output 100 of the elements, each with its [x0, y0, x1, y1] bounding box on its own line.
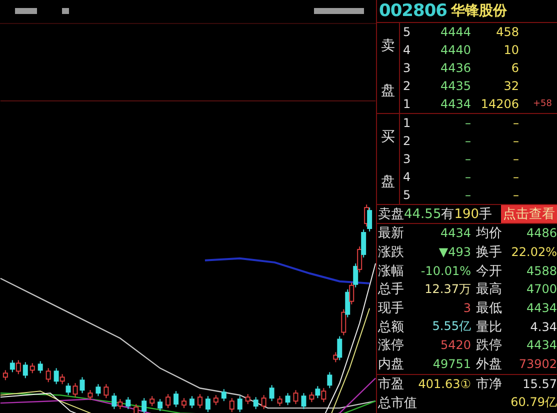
order-price: – — [464, 170, 471, 184]
stat-label: 最高 — [475, 281, 503, 298]
order-notice: 卖盘44.55有190手 — [377, 206, 492, 223]
stat-value: 5.55亿 — [431, 318, 471, 336]
candlestick — [104, 384, 109, 399]
candlestick — [261, 394, 266, 410]
order-price: – — [464, 116, 471, 130]
stat-value: 12.37万 — [424, 280, 471, 298]
stat-value: 4588 — [525, 264, 557, 278]
stat-value: 22.02% — [510, 245, 557, 260]
order-rank: 1 — [402, 116, 412, 130]
order-rank: 5 — [402, 25, 412, 39]
legend-mark-icon — [15, 8, 37, 14]
candlestick — [166, 394, 171, 408]
order-volume: 14206 — [480, 97, 519, 111]
order-rank: 4 — [402, 170, 412, 184]
candlestick — [46, 368, 51, 383]
order-rank: 2 — [402, 79, 412, 93]
order-change: +58 — [533, 99, 552, 109]
order-volume: 458 — [495, 25, 519, 39]
stat-value: 49751 — [432, 357, 471, 372]
order-price: – — [464, 152, 471, 166]
stat-value: 73902 — [518, 357, 557, 372]
order-rank: 5 — [402, 188, 412, 202]
stat-label: 总市值 — [377, 394, 418, 412]
stat-value: 4434 — [525, 301, 557, 316]
legend-mark-icon — [62, 8, 69, 14]
stat-label: 最新 — [377, 225, 405, 242]
candlestick — [197, 394, 202, 408]
stat-label: 涨幅 — [377, 262, 405, 280]
candlestick — [72, 382, 78, 398]
legend-mark-icon — [314, 8, 364, 14]
order-volume: 6 — [510, 61, 519, 75]
order-price: 4436 — [439, 61, 471, 75]
candlestick — [22, 362, 28, 379]
stat-value: 4434 — [525, 338, 557, 352]
view-button[interactable]: 点击查看 — [501, 205, 557, 223]
order-volume: 32 — [502, 79, 519, 93]
candlestick — [88, 390, 93, 401]
order-price: 4444 — [439, 25, 471, 39]
candlestick — [142, 398, 147, 413]
order-volume: – — [512, 152, 519, 166]
candlestick — [190, 396, 194, 408]
candlestick — [269, 384, 274, 402]
stat-label: 最低 — [475, 300, 503, 318]
candlestick — [2, 370, 8, 381]
stat-value: 401.63① — [417, 376, 471, 391]
order-rank: 2 — [402, 134, 412, 148]
candlestick — [30, 362, 35, 374]
order-volume: – — [512, 170, 519, 184]
stat-label: 换手 — [475, 244, 503, 262]
stat-value: 4486 — [525, 226, 557, 240]
stat-label: 现手 — [377, 300, 405, 318]
stat-value: -10.01% — [420, 264, 471, 278]
stat-value: 60.79亿 — [510, 394, 557, 412]
candlestick — [237, 396, 242, 412]
candlestick — [213, 394, 218, 406]
candlestick — [158, 398, 163, 412]
candlestick — [245, 394, 250, 405]
order-rank: 1 — [402, 97, 412, 111]
stat-value: 4700 — [525, 282, 557, 296]
stat-label: 市净 — [475, 376, 503, 393]
candlestick — [182, 398, 186, 408]
order-volume: – — [512, 188, 519, 202]
candlestick — [126, 396, 131, 410]
book-label: 盘 — [381, 82, 395, 100]
order-rank: 3 — [402, 61, 412, 75]
order-price: 4440 — [439, 43, 471, 57]
order-volume: – — [512, 134, 519, 148]
stat-label: 今开 — [475, 262, 503, 280]
stat-label: 涨停 — [377, 337, 405, 354]
candlestick — [80, 376, 85, 394]
book-label: 买 — [381, 128, 395, 146]
stat-value: 4.34 — [529, 320, 557, 334]
stat-value: 3 — [462, 301, 471, 316]
order-rank: 4 — [402, 43, 412, 57]
candlestick — [205, 396, 210, 412]
stat-label: 总额 — [377, 318, 405, 336]
stat-label: 涨跌 — [377, 244, 405, 262]
stock-name: 华锋股份 — [450, 2, 507, 20]
candlestick — [174, 390, 179, 408]
order-price: – — [464, 188, 471, 202]
stat-value: 15.57 — [522, 376, 557, 391]
stat-value: 5420 — [439, 338, 471, 352]
book-label: 卖 — [381, 36, 395, 54]
candlestick — [253, 396, 258, 410]
order-volume: – — [512, 116, 519, 130]
candlestick — [285, 392, 290, 406]
stock-code: 002806 — [379, 1, 447, 21]
stat-value: ▼493 — [438, 245, 471, 260]
order-volume: 10 — [502, 43, 519, 57]
candlestick — [221, 388, 226, 402]
candlestick — [96, 384, 101, 397]
stat-label: 量比 — [475, 318, 503, 336]
candlestick — [301, 392, 306, 410]
book-label: 盘 — [381, 172, 395, 190]
stat-label: 内盘 — [377, 356, 405, 374]
stat-value: 4434 — [439, 226, 471, 240]
stat-label: 跌停 — [475, 337, 503, 354]
stat-label: 总手 — [377, 281, 405, 298]
